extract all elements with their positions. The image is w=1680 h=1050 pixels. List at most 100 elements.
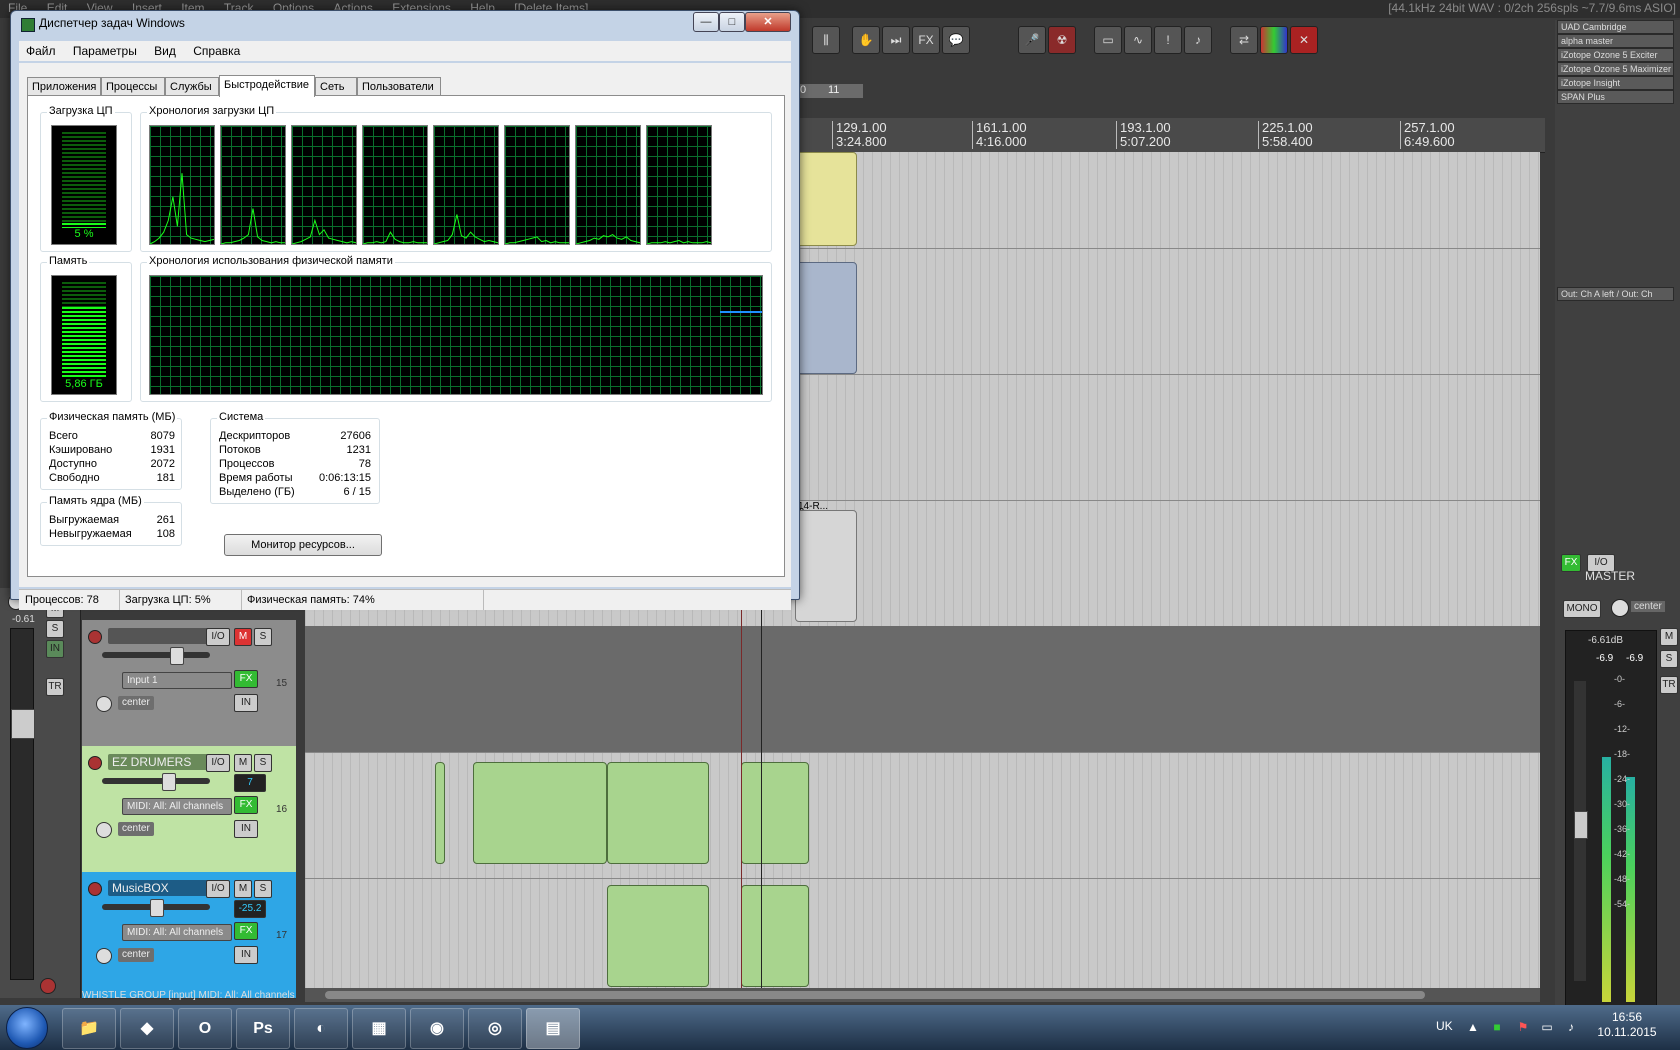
record-arm-icon[interactable] — [40, 978, 56, 994]
track-15[interactable]: I/O M S Input 1 FX center IN 15 — [82, 620, 296, 747]
taskbar-explorer-icon[interactable]: 📁 — [62, 1008, 116, 1049]
master-fx-button[interactable]: FX — [1561, 554, 1581, 572]
input-select[interactable]: MIDI: All: All channels — [122, 798, 232, 815]
track-route-button[interactable]: TR — [46, 678, 64, 696]
fx-button[interactable]: FX — [234, 670, 258, 688]
routing-icon[interactable]: ⇄ — [1230, 26, 1258, 54]
fader-knob[interactable] — [150, 899, 164, 917]
horizontal-scrollbar[interactable] — [305, 988, 1540, 1002]
mute-button[interactable]: M — [234, 754, 252, 772]
track-name[interactable]: MusicBOX — [108, 880, 220, 896]
fx-icon[interactable]: FX — [912, 26, 940, 54]
timeline-ruler[interactable]: 129.1.00 3:24.800 161.1.00 4:16.000 193.1.… — [800, 118, 1545, 153]
mute-button[interactable]: M — [234, 628, 252, 646]
input-monitor-button[interactable]: IN — [234, 694, 258, 712]
volume-icon[interactable]: ♪ — [1564, 1020, 1578, 1034]
minimize-button[interactable]: — — [693, 12, 719, 32]
media-item[interactable] — [741, 885, 809, 987]
track-16[interactable]: EZ DRUMERS I/O M S 7 MIDI: All: All chan… — [82, 746, 296, 873]
tab-users[interactable]: Пользователи — [357, 77, 441, 96]
tab-processes[interactable]: Процессы — [101, 77, 165, 96]
tab-applications[interactable]: Приложения — [27, 77, 101, 96]
track-name[interactable] — [108, 628, 220, 644]
fader-knob[interactable] — [162, 773, 176, 791]
io-button[interactable]: I/O — [206, 628, 230, 646]
record-arm-icon[interactable] — [88, 882, 102, 896]
fader-knob[interactable] — [1574, 811, 1588, 839]
input-monitor-button[interactable]: IN — [234, 946, 258, 964]
grab-hand-icon[interactable]: ✋ — [852, 26, 880, 54]
tab-services[interactable]: Службы — [165, 77, 219, 96]
pan-knob[interactable] — [96, 822, 112, 838]
io-button[interactable]: I/O — [206, 754, 230, 772]
solo-button[interactable]: S — [254, 880, 272, 898]
maximize-button[interactable]: □ — [719, 12, 745, 32]
media-item[interactable] — [795, 152, 857, 246]
media-item[interactable] — [741, 762, 809, 864]
taskbar-chrome-icon[interactable]: ◎ — [468, 1008, 522, 1049]
pan-knob[interactable] — [1611, 599, 1629, 617]
pan-knob[interactable] — [96, 696, 112, 712]
comment-icon[interactable]: 💬 — [942, 26, 970, 54]
menu-file[interactable]: Файл — [19, 41, 63, 58]
media-item[interactable] — [607, 762, 709, 864]
clock[interactable]: 16:56 10.11.2015 — [1595, 1010, 1659, 1040]
input-select[interactable]: MIDI: All: All channels — [122, 924, 232, 941]
input-monitor-button[interactable]: IN — [46, 640, 64, 658]
tray-app-icon[interactable]: ■ — [1490, 1020, 1504, 1034]
fx-chain-item[interactable]: UAD Cambridge — [1557, 20, 1674, 34]
close-button[interactable]: ✕ — [745, 12, 791, 32]
menu-options[interactable]: Параметры — [66, 41, 144, 58]
media-item[interactable] — [435, 762, 445, 864]
fx-chain-item[interactable]: iZotope Insight — [1557, 76, 1674, 90]
master-fader[interactable] — [1574, 681, 1588, 981]
taskbar-photoshop-icon[interactable]: Ps — [236, 1008, 290, 1049]
fx-chain-item[interactable]: SPAN Plus — [1557, 90, 1674, 104]
pan-knob[interactable] — [96, 948, 112, 964]
action-center-icon[interactable]: ⚑ — [1516, 1020, 1530, 1034]
skip-icon[interactable]: ⏭ — [882, 26, 910, 54]
mute-button[interactable]: M — [234, 880, 252, 898]
taskbar-winamp-icon[interactable]: ▦ — [352, 1008, 406, 1049]
track-name[interactable]: EZ DRUMERS — [108, 754, 220, 770]
color-icon[interactable] — [1260, 26, 1288, 54]
record-arm-icon[interactable]: ☢ — [1048, 26, 1076, 54]
microphone-icon[interactable]: 🎤 — [1018, 26, 1046, 54]
taskbar-task-manager-icon[interactable]: ▤ — [526, 1008, 580, 1049]
media-item[interactable] — [795, 262, 857, 374]
track-route-button[interactable]: TR — [1660, 676, 1678, 694]
fader-knob[interactable] — [170, 647, 184, 665]
tab-network[interactable]: Сеть — [315, 77, 357, 96]
taskbar-foobar-icon[interactable]: ◆ — [120, 1008, 174, 1049]
resource-monitor-button[interactable]: Монитор ресурсов... — [224, 534, 382, 556]
taskbar-reaper-icon[interactable]: ◐ — [294, 1008, 348, 1049]
fx-button[interactable]: FX — [234, 796, 258, 814]
media-item[interactable] — [473, 762, 607, 864]
output-routing[interactable]: Out: Ch A left / Out: Ch — [1557, 287, 1674, 301]
fx-chain-item[interactable]: iZotope Ozone 5 Exciter — [1557, 48, 1674, 62]
media-item[interactable] — [607, 885, 709, 987]
tab-performance[interactable]: Быстродействие — [219, 75, 315, 97]
waveform-icon[interactable]: ∿ — [1124, 26, 1152, 54]
start-button[interactable] — [6, 1007, 48, 1049]
menu-help[interactable]: Справка — [186, 41, 247, 58]
input-monitor-button[interactable]: IN — [234, 820, 258, 838]
taskbar-opera-icon[interactable]: O — [178, 1008, 232, 1049]
warning-icon[interactable]: ! — [1154, 26, 1182, 54]
volume-fader[interactable] — [10, 628, 35, 980]
volume-fader[interactable] — [102, 647, 210, 665]
network-icon[interactable]: ▭ — [1540, 1020, 1554, 1034]
input-language[interactable]: UK — [1436, 1019, 1453, 1033]
volume-fader[interactable] — [102, 773, 210, 791]
mute-button[interactable]: M — [1660, 628, 1678, 646]
fx-chain-item[interactable]: alpha master — [1557, 34, 1674, 48]
mono-button[interactable]: MONO — [1563, 600, 1601, 618]
title-bar[interactable]: Диспетчер задач Windows — □ ✕ — [11, 11, 799, 37]
menu-view[interactable]: Вид — [147, 41, 183, 58]
solo-button[interactable]: S — [254, 628, 272, 646]
close-red-icon[interactable]: ✕ — [1290, 26, 1318, 54]
guitar-icon[interactable]: ♪ — [1184, 26, 1212, 54]
io-button[interactable]: I/O — [206, 880, 230, 898]
solo-button[interactable]: S — [46, 620, 64, 638]
fx-button[interactable]: FX — [234, 922, 258, 940]
